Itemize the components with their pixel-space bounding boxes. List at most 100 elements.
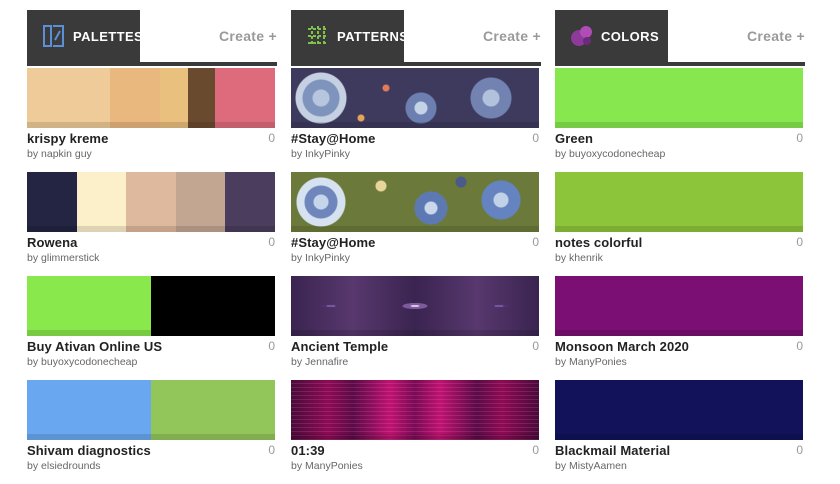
patterns-column: PATTERNS Create + #Stay@Home 0 by InkyPink… [291,10,541,484]
card-meta: Monsoon March 2020 0 by ManyPonies [555,336,805,375]
author-prefix: by [555,356,567,368]
love-count: 0 [796,339,803,353]
card-author: by khenrik [555,252,805,264]
card-author: by napkin guy [27,148,277,160]
card-title[interactable]: Blackmail Material [555,443,805,458]
colors-header: COLORS Create + [555,10,805,66]
pattern-swatch[interactable] [291,172,539,232]
palette-swatch[interactable] [27,276,275,336]
author-link[interactable]: InkyPinky [305,148,350,160]
author-prefix: by [291,148,303,160]
author-prefix: by [27,356,39,368]
palettes-list: krispy kreme 0 by napkin guy Rowena 0 by glim… [27,68,277,484]
create-color-link[interactable]: Create + [747,28,805,44]
colors-title: COLORS [601,28,660,44]
palette-color-stripe [76,172,127,232]
author-link[interactable]: napkin guy [41,148,92,160]
author-link[interactable]: ManyPonies [305,460,363,472]
color-card: Blackmail Material 0 by MistyAamen [555,380,805,484]
card-author: by InkyPinky [291,252,541,264]
create-pattern-link[interactable]: Create + [483,28,541,44]
card-title[interactable]: Buy Ativan Online US [27,339,277,354]
card-title[interactable]: 01:39 [291,443,541,458]
patterns-title: PATTERNS [337,28,409,44]
card-author: by buyoxycodonecheap [27,356,277,368]
card-author: by ManyPonies [555,356,805,368]
author-link[interactable]: ManyPonies [569,356,627,368]
palette-color-stripe [187,68,216,128]
card-title[interactable]: Monsoon March 2020 [555,339,805,354]
author-link[interactable]: buyoxycodonecheap [569,148,665,160]
card-meta: Buy Ativan Online US 0 by buyoxycodonechea… [27,336,277,375]
lovers-board: PALETTES Create + krispy kreme 0 by napkin… [0,0,840,480]
love-count: 0 [268,339,275,353]
palette-card: Buy Ativan Online US 0 by buyoxycodonechea… [27,276,277,380]
pattern-swatch[interactable] [291,276,539,336]
author-link[interactable]: MistyAamen [569,460,627,472]
color-swatch[interactable] [555,380,803,440]
card-meta: #Stay@Home 0 by InkyPinky [291,128,541,167]
palette-color-stripe [151,380,275,440]
card-title[interactable]: Green [555,131,805,146]
colors-tab[interactable]: COLORS [555,10,668,62]
author-link[interactable]: buyoxycodonecheap [41,356,137,368]
love-count: 0 [796,131,803,145]
palette-color-stripe [215,68,275,128]
card-author: by MistyAamen [555,460,805,472]
color-swatch[interactable] [555,276,803,336]
card-meta: #Stay@Home 0 by InkyPinky [291,232,541,271]
patterns-tab[interactable]: PATTERNS [291,10,408,62]
love-count: 0 [796,443,803,457]
palette-color-stripe [109,68,161,128]
pattern-swatch[interactable] [291,380,539,440]
author-prefix: by [291,356,303,368]
love-count: 0 [532,339,539,353]
palette-swatch[interactable] [27,380,275,440]
card-author: by Jennafire [291,356,541,368]
card-meta: Rowena 0 by glimmerstick [27,232,277,271]
card-meta: Ancient Temple 0 by Jennafire [291,336,541,375]
author-link[interactable]: glimmerstick [41,252,99,264]
palettes-title: PALETTES [73,28,144,44]
card-author: by buyoxycodonecheap [555,148,805,160]
pattern-card: #Stay@Home 0 by InkyPinky [291,68,541,172]
author-link[interactable]: InkyPinky [305,252,350,264]
author-link[interactable]: khenrik [569,252,603,264]
color-swatch[interactable] [555,68,803,128]
palette-color-stripe [160,68,188,128]
palette-color-stripe [151,276,275,336]
card-title[interactable]: Shivam diagnostics [27,443,277,458]
pattern-card: Ancient Temple 0 by Jennafire [291,276,541,380]
card-title[interactable]: #Stay@Home [291,235,541,250]
patterns-list: #Stay@Home 0 by InkyPinky #Stay@Home 0 by Ink… [291,68,541,484]
card-meta: krispy kreme 0 by napkin guy [27,128,277,167]
card-title[interactable]: notes colorful [555,235,805,250]
card-author: by glimmerstick [27,252,277,264]
palette-color-stripe [27,68,110,128]
love-count: 0 [268,443,275,457]
pattern-grid-icon [305,23,331,49]
card-title[interactable]: Rowena [27,235,277,250]
create-palette-link[interactable]: Create + [219,28,277,44]
author-prefix: by [291,252,303,264]
pattern-swatch[interactable] [291,68,539,128]
love-count: 0 [532,131,539,145]
card-meta: Blackmail Material 0 by MistyAamen [555,440,805,479]
palette-swatch[interactable] [27,172,275,232]
author-prefix: by [27,148,39,160]
card-title[interactable]: #Stay@Home [291,131,541,146]
color-swatch[interactable] [555,172,803,232]
author-prefix: by [291,460,303,472]
author-link[interactable]: elsiedrounds [41,460,101,472]
card-title[interactable]: krispy kreme [27,131,277,146]
palette-swatch[interactable] [27,68,275,128]
pattern-card: 01:39 0 by ManyPonies [291,380,541,484]
palettes-tab[interactable]: PALETTES [27,10,144,62]
author-link[interactable]: Jennafire [305,356,348,368]
love-count: 0 [532,235,539,249]
card-title[interactable]: Ancient Temple [291,339,541,354]
palette-card: Rowena 0 by glimmerstick [27,172,277,276]
love-count: 0 [268,131,275,145]
card-meta: notes colorful 0 by khenrik [555,232,805,271]
palette-color-stripe [27,172,77,232]
